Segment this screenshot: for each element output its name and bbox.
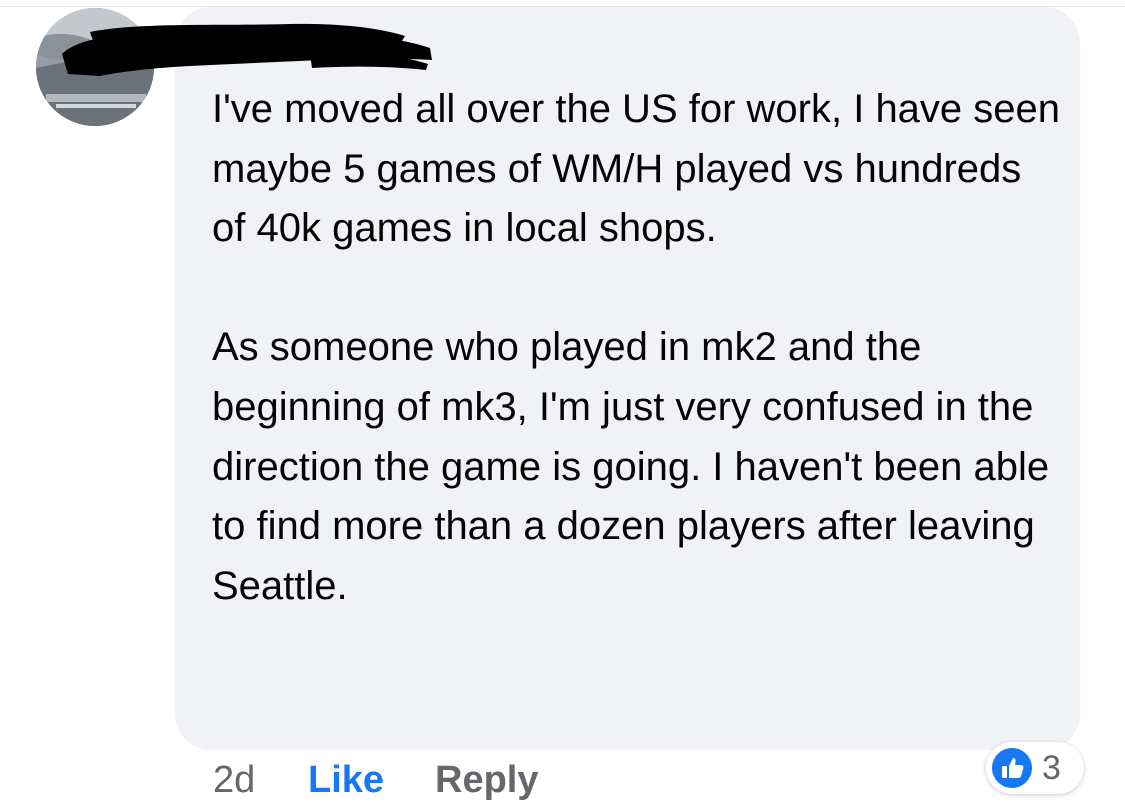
reaction-summary[interactable]: 3 [986,742,1084,794]
comment-paragraph: I've moved all over the US for work, I h… [212,87,1061,251]
comment-timestamp[interactable]: 2d [213,758,255,802]
reply-button[interactable]: Reply [435,758,538,802]
thumbs-up-icon [1002,758,1024,778]
avatar[interactable] [36,8,154,126]
avatar-photo [36,8,154,126]
comment-text: I've moved all over the US for work, I h… [212,80,1062,616]
reaction-count: 3 [1042,749,1061,787]
like-reaction-badge [990,746,1034,790]
comment-paragraph: As someone who played in mk2 and the beg… [212,325,1050,608]
like-button[interactable]: Like [308,758,384,802]
